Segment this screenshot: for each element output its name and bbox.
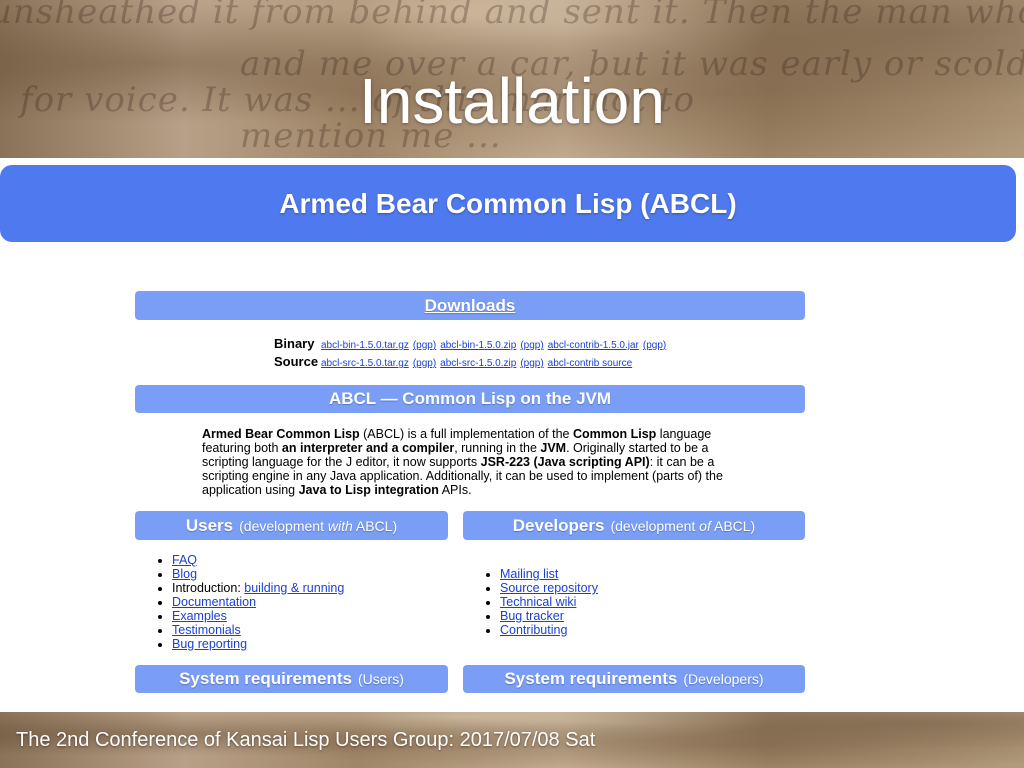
sysreq-developers-subtitle: (Developers) <box>683 671 764 687</box>
list-item: Bug tracker <box>500 609 598 623</box>
source-label: Source <box>274 354 319 369</box>
topic-banner: Armed Bear Common Lisp (ABCL) <box>0 165 1016 242</box>
system-requirements-developers-heading: System requirements (Developers) <box>463 665 805 693</box>
developers-heading-subtitle: (development of ABCL) <box>610 518 755 534</box>
sysreq-title: System requirements <box>504 669 678 688</box>
about-strong: Armed Bear Common Lisp <box>202 427 360 441</box>
users-sub-post: ABCL) <box>352 517 398 534</box>
pgp-link[interactable]: (pgp) <box>520 358 543 369</box>
developers-sub-em: of <box>699 517 711 534</box>
users-sub-em: with <box>327 517 353 534</box>
sysreq-title: System requirements <box>179 669 352 688</box>
developers-sub-post: ABCL) <box>710 517 756 534</box>
downloads-heading: Downloads <box>135 291 805 320</box>
list-item: FAQ <box>172 553 344 567</box>
blog-link[interactable]: Blog <box>172 567 197 581</box>
list-item: Technical wiki <box>500 595 598 609</box>
users-heading-subtitle: (development with ABCL) <box>239 518 397 534</box>
about-strong: JVM <box>540 441 567 455</box>
documentation-link[interactable]: Documentation <box>172 595 256 609</box>
about-strong: JSR-223 (Java scripting API) <box>480 455 650 469</box>
download-link[interactable]: abcl-contrib-1.5.0.jar <box>548 340 639 351</box>
binary-downloads-row: Binary abcl-bin-1.5.0.tar.gz (pgp) abcl-… <box>274 336 670 351</box>
list-item: Documentation <box>172 595 344 609</box>
building-running-link[interactable]: building & running <box>244 581 344 595</box>
list-item: Introduction: building & running <box>172 581 344 595</box>
binary-label: Binary <box>274 336 315 351</box>
about-text: (ABCL) is a full implementation of the <box>359 427 573 441</box>
pgp-link[interactable]: (pgp) <box>643 340 666 351</box>
users-heading-title: Users <box>185 515 234 535</box>
bug-tracker-link[interactable]: Bug tracker <box>500 609 564 623</box>
source-repository-link[interactable]: Source repository <box>500 581 598 595</box>
list-item: Testimonials <box>172 623 344 637</box>
mailing-list-link[interactable]: Mailing list <box>500 567 558 581</box>
developers-heading-title: Developers <box>512 515 605 535</box>
pgp-link[interactable]: (pgp) <box>520 340 543 351</box>
users-heading: Users (development with ABCL) <box>135 511 448 540</box>
about-text: APIs. <box>438 483 472 497</box>
about-strong: Common Lisp <box>572 427 657 441</box>
list-item: Bug reporting <box>172 637 344 651</box>
bug-reporting-link[interactable]: Bug reporting <box>172 637 247 651</box>
faq-link[interactable]: FAQ <box>172 553 197 567</box>
contributing-link[interactable]: Contributing <box>500 623 567 637</box>
downloads-link[interactable]: Downloads <box>425 296 516 316</box>
testimonials-link[interactable]: Testimonials <box>172 623 241 637</box>
introduction-label: Introduction: <box>172 581 245 595</box>
developers-link-list: Mailing list Source repository Technical… <box>463 567 598 637</box>
background-script-line: unsheathed it from behind and sent it. T… <box>0 0 1024 32</box>
sysreq-users-subtitle: (Users) <box>358 671 404 687</box>
technical-wiki-link[interactable]: Technical wiki <box>500 595 576 609</box>
users-link-list: FAQ Blog Introduction: building & runnin… <box>135 553 344 651</box>
about-heading: ABCL — Common Lisp on the JVM <box>135 385 805 413</box>
developers-sub-pre: (development <box>610 517 700 534</box>
download-link[interactable]: abcl-bin-1.5.0.zip <box>440 340 516 351</box>
list-item: Source repository <box>500 581 598 595</box>
list-item: Examples <box>172 609 344 623</box>
source-downloads-row: Source abcl-src-1.5.0.tar.gz (pgp) abcl-… <box>274 354 636 369</box>
about-strong: Java to Lisp integration <box>298 483 439 497</box>
download-link[interactable]: abcl-src-1.5.0.zip <box>440 358 516 369</box>
download-link[interactable]: abcl-bin-1.5.0.tar.gz <box>321 340 409 351</box>
list-item: Blog <box>172 567 344 581</box>
about-text: , running in the <box>454 441 541 455</box>
download-link[interactable]: abcl-src-1.5.0.tar.gz <box>321 358 409 369</box>
about-strong: an interpreter and a compiler <box>281 441 455 455</box>
system-requirements-users-heading: System requirements (Users) <box>135 665 448 693</box>
slide-title: Installation <box>359 65 665 137</box>
list-item: Mailing list <box>500 567 598 581</box>
developers-heading: Developers (development of ABCL) <box>463 511 805 540</box>
examples-link[interactable]: Examples <box>172 609 227 623</box>
pgp-link[interactable]: (pgp) <box>413 358 436 369</box>
users-sub-pre: (development <box>239 517 328 534</box>
about-description: Armed Bear Common Lisp (ABCL) is a full … <box>202 427 742 497</box>
pgp-link[interactable]: (pgp) <box>413 340 436 351</box>
download-link[interactable]: abcl-contrib source <box>548 358 632 369</box>
footer-caption: The 2nd Conference of Kansai Lisp Users … <box>16 729 596 751</box>
list-item: Contributing <box>500 623 598 637</box>
